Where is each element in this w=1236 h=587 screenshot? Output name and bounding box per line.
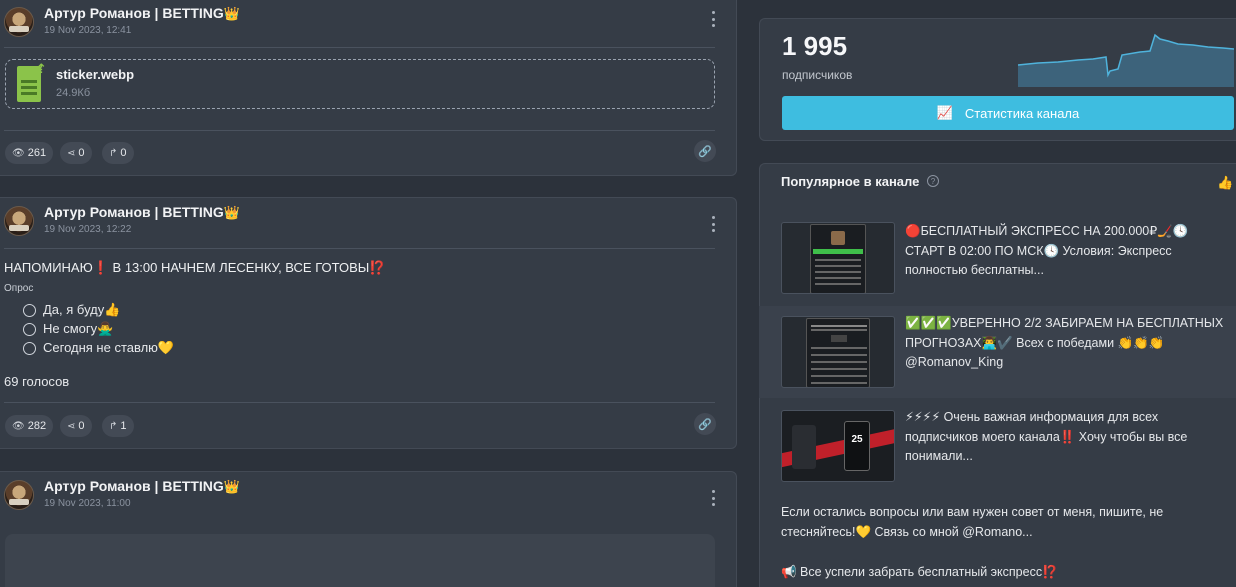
poll-option[interactable]: Сегодня не ставлю💛: [23, 340, 174, 356]
divider: [4, 248, 715, 249]
more-menu-icon[interactable]: [710, 490, 716, 506]
views-counter: 👁 261: [5, 142, 54, 164]
info-icon[interactable]: ?: [927, 175, 939, 187]
poll-label: Опрос: [4, 283, 34, 294]
post-header: Артур Романов | BETTING👑 19 Nov 2023, 12…: [4, 204, 716, 244]
post-stats: 👁 261 ⋖ 0 ↱ 0 🔗: [5, 140, 725, 164]
avatar[interactable]: [4, 206, 34, 236]
thumbs-up-icon[interactable]: 👍: [1217, 175, 1233, 191]
forward-icon: ↱: [109, 147, 118, 159]
poll-option[interactable]: Да, я буду👍: [23, 302, 120, 318]
popular-title: Популярное в канале: [781, 174, 920, 189]
subscribers-sparkline: [1018, 33, 1234, 87]
divider: [4, 47, 715, 48]
download-arrow-icon: ⇡: [36, 61, 47, 76]
file-attachment[interactable]: ⇡ sticker.webp 24.9Кб: [5, 59, 715, 109]
radio-button[interactable]: [23, 341, 36, 355]
author-name[interactable]: Артур Романов | BETTING👑: [44, 478, 240, 495]
views-counter: 👁 282: [5, 415, 54, 437]
more-menu-icon[interactable]: [710, 11, 716, 27]
poll-option[interactable]: Не смогу🙅‍♂️: [23, 321, 113, 337]
forwards-counter[interactable]: ↱ 1: [102, 415, 134, 437]
popular-item[interactable]: 25 ⚡⚡⚡⚡ Очень важная информация для всех…: [759, 400, 1236, 492]
file-size: 24.9Кб: [56, 87, 91, 99]
avatar[interactable]: [4, 7, 34, 37]
eye-icon: 👁: [12, 147, 25, 159]
post-text: НАПОМИНАЮ❗ В 13:00 НАЧНЕМ ЛЕСЕНКУ, ВСЕ Г…: [4, 260, 386, 275]
share-icon: ⋖: [67, 147, 76, 159]
chart-icon: 📈: [936, 105, 953, 120]
forward-icon: ↱: [109, 420, 118, 432]
shares-counter[interactable]: ⋖ 0: [60, 142, 92, 164]
subscribers-card: 1 995 подписчиков 📈 Статистика канала: [759, 18, 1236, 141]
post-media[interactable]: [5, 534, 715, 587]
radio-button[interactable]: [23, 303, 36, 317]
file-name: sticker.webp: [56, 67, 135, 82]
poll-votes: 69 голосов: [4, 374, 70, 389]
feed: Артур Романов | BETTING👑 19 Nov 2023, 12…: [0, 0, 737, 587]
channel-stats-label: Статистика канала: [964, 105, 1080, 121]
channel-stats-button[interactable]: 📈 Статистика канала: [782, 96, 1234, 130]
popular-item-text[interactable]: Если остались вопросы или вам нужен сове…: [781, 503, 1221, 542]
subscribers-count: 1 995: [782, 31, 848, 61]
post-stats: 👁 282 ⋖ 0 ↱ 1 🔗: [5, 413, 725, 437]
post-thumbnail: [781, 316, 895, 388]
post-card: Артур Романов | BETTING👑 19 Nov 2023, 12…: [0, 0, 737, 176]
avatar[interactable]: [4, 480, 34, 510]
post-date: 19 Nov 2023, 12:22: [44, 224, 132, 235]
divider: [4, 402, 715, 403]
thumbnail-image: [806, 318, 870, 387]
author-name[interactable]: Артур Романов | BETTING👑: [44, 5, 240, 22]
post-card: Артур Романов | BETTING👑 19 Nov 2023, 11…: [0, 471, 737, 587]
post-thumbnail: 25: [781, 410, 895, 482]
popular-item-text: 🔴БЕСПЛАТНЫЙ ЭКСПРЕСС НА 200.000₽🏒🕓 СТАРТ…: [905, 224, 1189, 277]
author-name[interactable]: Артур Романов | BETTING👑: [44, 204, 240, 221]
more-menu-icon[interactable]: [710, 216, 716, 232]
divider: [4, 130, 715, 131]
post-header: Артур Романов | BETTING👑 19 Nov 2023, 12…: [4, 5, 716, 45]
popular-item-text: ✅✅✅УВЕРЕННО 2/2 ЗАБИРАЕМ НА БЕСПЛАТНЫХ П…: [905, 316, 1224, 369]
share-icon: ⋖: [67, 420, 76, 432]
post-thumbnail: [781, 222, 895, 294]
post-header: Артур Романов | BETTING👑 19 Nov 2023, 11…: [4, 478, 716, 518]
post-card: Артур Романов | BETTING👑 19 Nov 2023, 12…: [0, 197, 737, 449]
sidebar: 1 995 подписчиков 📈 Статистика канала По…: [759, 0, 1236, 587]
post-date: 19 Nov 2023, 11:00: [44, 498, 131, 509]
forwards-counter[interactable]: ↱ 0: [102, 142, 134, 164]
subscribers-label: подписчиков: [782, 68, 853, 82]
popular-item[interactable]: ✅✅✅УВЕРЕННО 2/2 ЗАБИРАЕМ НА БЕСПЛАТНЫХ П…: [759, 306, 1236, 398]
thumbnail-image: [810, 224, 866, 293]
radio-button[interactable]: [23, 322, 36, 336]
link-icon[interactable]: 🔗: [694, 140, 716, 162]
shares-counter[interactable]: ⋖ 0: [60, 415, 92, 437]
post-date: 19 Nov 2023, 12:41: [44, 25, 132, 36]
eye-icon: 👁: [12, 420, 25, 432]
popular-item-text: ⚡⚡⚡⚡ Очень важная информация для всех по…: [905, 410, 1188, 463]
popular-item[interactable]: 🔴БЕСПЛАТНЫЙ ЭКСПРЕСС НА 200.000₽🏒🕓 СТАРТ…: [759, 214, 1236, 306]
popular-item-text[interactable]: 📢 Все успели забрать бесплатный экспресс…: [781, 563, 1221, 583]
link-icon[interactable]: 🔗: [694, 413, 716, 435]
sparkline-area: [1018, 35, 1234, 87]
